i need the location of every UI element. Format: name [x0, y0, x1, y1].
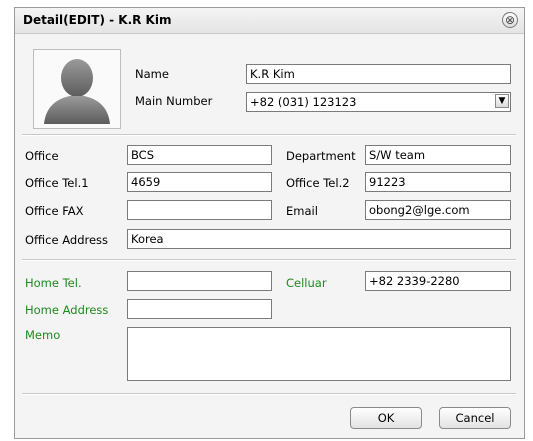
office-field[interactable]: BCS — [127, 145, 272, 165]
separator — [22, 259, 516, 261]
close-icon[interactable]: ⊗ — [502, 12, 518, 28]
dialog-title: Detail(EDIT) - K.R Kim — [23, 13, 172, 27]
person-silhouette-icon — [44, 59, 110, 124]
home-tel-field[interactable] — [127, 271, 272, 291]
office-label: Office — [25, 149, 59, 163]
email-field[interactable]: obong2@lge.com — [365, 200, 511, 220]
department-field[interactable]: S/W team — [365, 145, 511, 165]
cancel-button[interactable]: Cancel — [439, 407, 511, 429]
name-field[interactable]: K.R Kim — [246, 64, 511, 84]
main-number-value: +82 (031) 123123 — [250, 95, 357, 109]
office-address-field[interactable]: Korea — [127, 229, 511, 249]
avatar — [33, 49, 121, 129]
main-number-label: Main Number — [135, 94, 213, 108]
office-tel1-field[interactable]: 4659 — [127, 172, 272, 192]
office-fax-label: Office FAX — [25, 204, 84, 218]
office-tel2-field[interactable]: 91223 — [365, 172, 511, 192]
chevron-down-icon[interactable]: ▼ — [495, 94, 509, 108]
memo-textarea[interactable] — [127, 327, 511, 381]
home-address-label: Home Address — [25, 303, 109, 317]
memo-label: Memo — [25, 328, 61, 342]
home-tel-label: Home Tel. — [25, 276, 82, 290]
separator — [22, 134, 516, 136]
email-label: Email — [286, 204, 318, 218]
cellular-label: Celluar — [286, 276, 327, 290]
office-tel1-label: Office Tel.1 — [25, 176, 89, 190]
home-address-field[interactable] — [127, 299, 272, 319]
name-label: Name — [135, 67, 169, 81]
cellular-field[interactable]: +82 2339-2280 — [365, 271, 511, 291]
detail-edit-dialog: Detail(EDIT) - K.R Kim ⊗ Name K.R Kim Ma… — [14, 7, 525, 439]
office-tel2-label: Office Tel.2 — [286, 176, 350, 190]
office-fax-field[interactable] — [127, 200, 272, 220]
department-label: Department — [286, 149, 356, 163]
main-number-select[interactable]: +82 (031) 123123 ▼ — [246, 92, 511, 112]
office-address-label: Office Address — [25, 233, 109, 247]
title-bar: Detail(EDIT) - K.R Kim ⊗ — [15, 8, 524, 34]
ok-button[interactable]: OK — [350, 407, 422, 429]
separator — [22, 393, 516, 395]
